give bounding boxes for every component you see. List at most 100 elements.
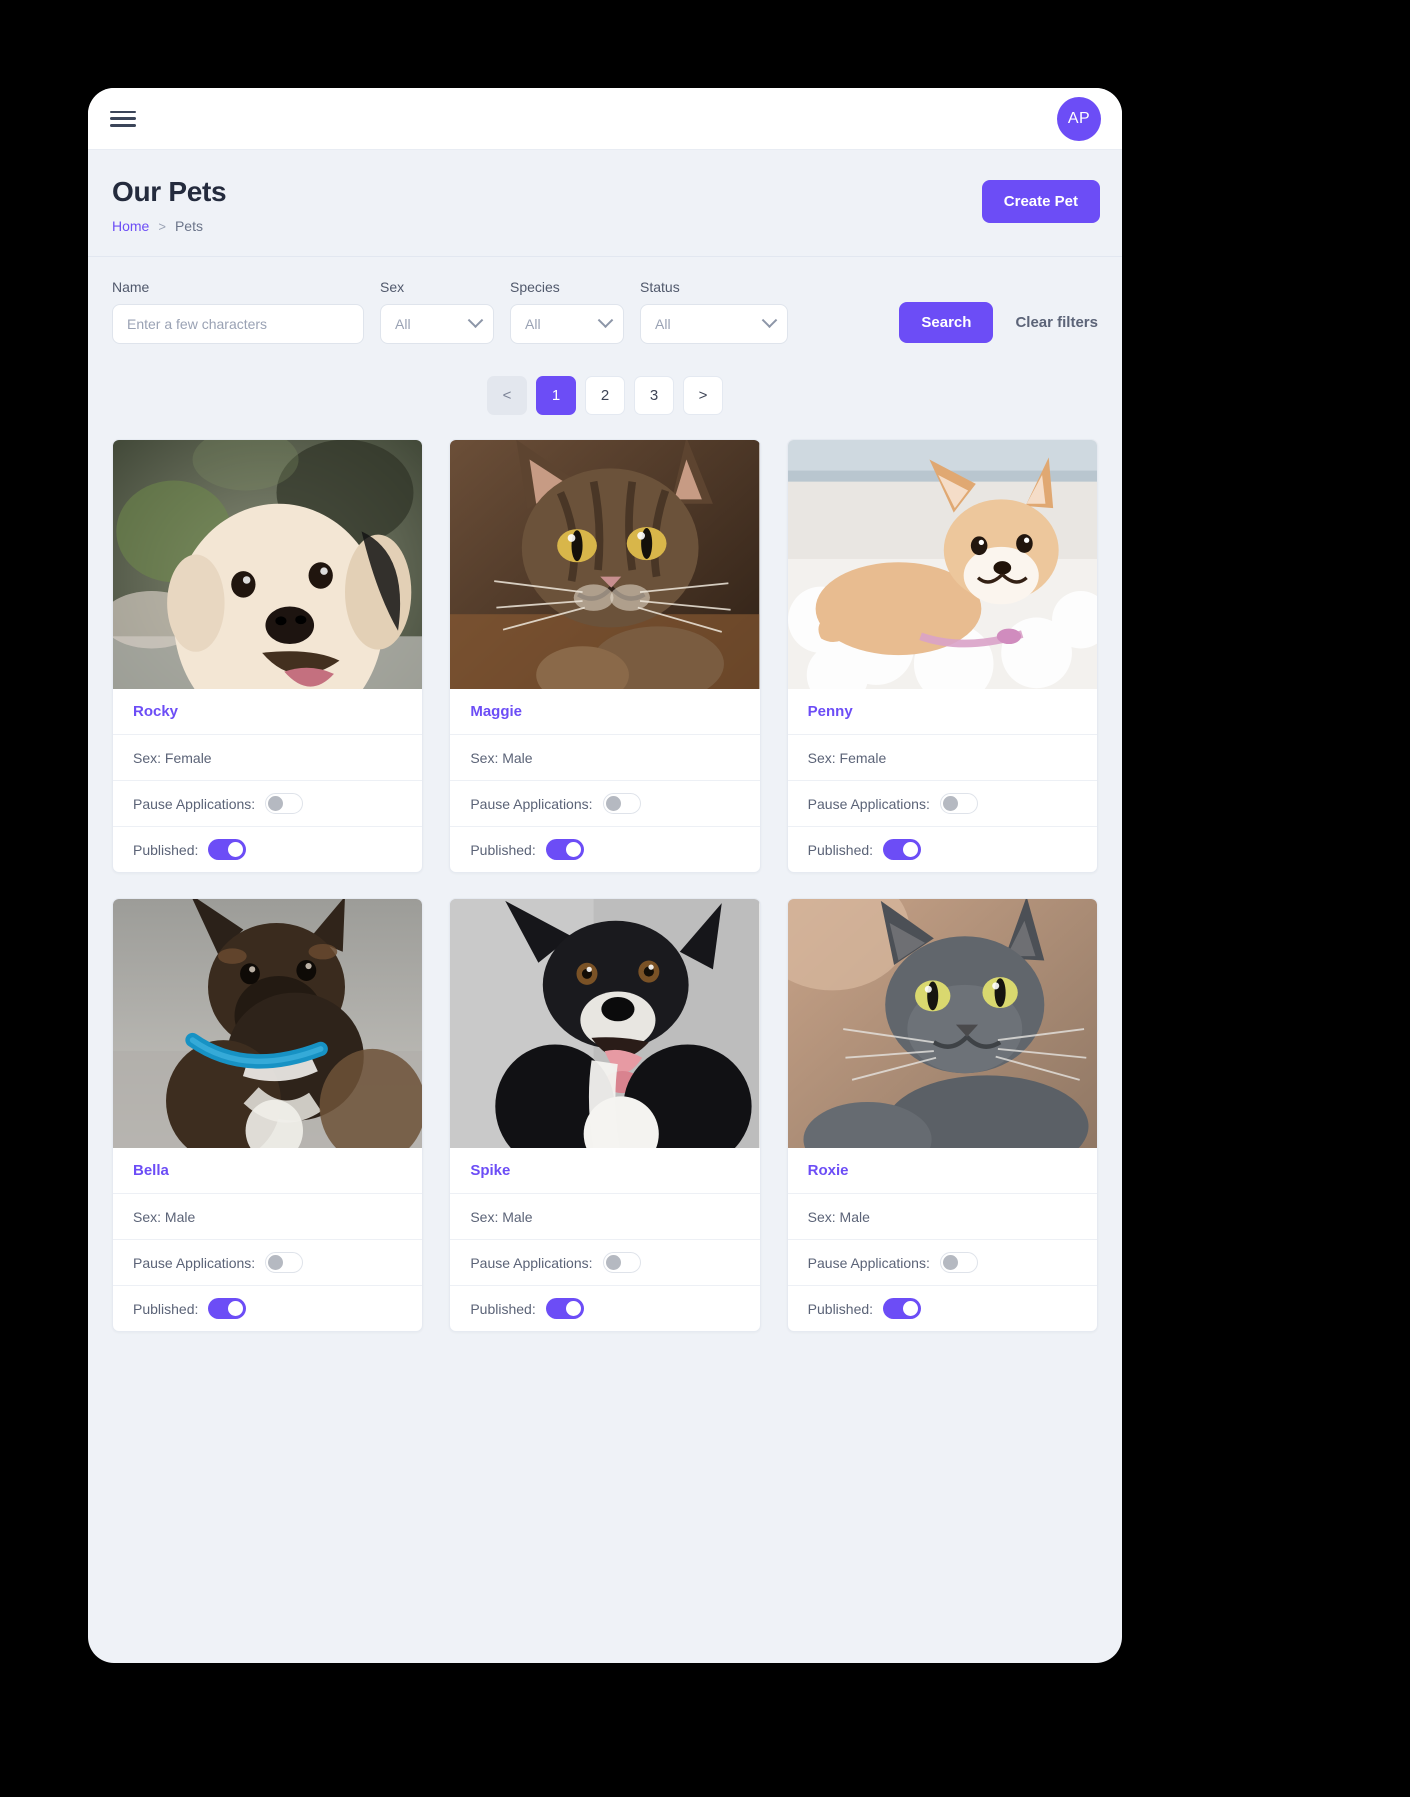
pet-name-link[interactable]: Rocky xyxy=(133,703,178,720)
published-toggle[interactable] xyxy=(545,839,584,860)
pet-card[interactable]: Rocky Sex: Female Pause Applications: Pu… xyxy=(112,439,424,873)
pet-published-row: Published: xyxy=(787,826,1097,872)
pet-card[interactable]: Maggie Sex: Male Pause Applications: Pub… xyxy=(449,439,761,873)
pet-photo-spike xyxy=(450,899,760,1148)
chevron-down-icon xyxy=(467,311,484,328)
pet-sex-row: Sex: Female xyxy=(787,734,1097,780)
pet-name-link[interactable]: Penny xyxy=(808,703,853,720)
pet-card[interactable]: Spike Sex: Male Pause Applications: Publ… xyxy=(449,898,761,1332)
pause-applications-toggle[interactable] xyxy=(265,1252,304,1273)
published-label: Published: xyxy=(133,1300,199,1317)
pet-sex-row: Sex: Male xyxy=(113,1193,423,1239)
pagination: < 1 2 3 > xyxy=(88,350,1122,439)
pet-sex-row: Sex: Male xyxy=(450,1193,760,1239)
pause-applications-label: Pause Applications: xyxy=(807,1254,930,1271)
top-bar: AP xyxy=(88,88,1122,150)
name-filter: Name xyxy=(112,279,364,344)
chevron-down-icon xyxy=(597,311,614,328)
page-title: Our Pets xyxy=(112,176,227,207)
published-label: Published: xyxy=(470,841,536,858)
pet-published-row: Published: xyxy=(113,1285,423,1331)
pet-published-row: Published: xyxy=(113,826,423,872)
pet-pause-applications-row: Pause Applications: xyxy=(787,780,1097,826)
pause-applications-toggle[interactable] xyxy=(939,793,978,814)
pet-sex-value: Sex: Male xyxy=(470,749,533,766)
sex-filter: Sex All xyxy=(380,279,494,344)
pet-sex-value: Sex: Male xyxy=(470,1208,533,1225)
pet-name-row: Roxie xyxy=(788,1148,1097,1193)
pet-name-link[interactable]: Maggie xyxy=(470,703,522,720)
pet-card-grid: Rocky Sex: Female Pause Applications: Pu… xyxy=(88,439,1122,1356)
pause-applications-label: Pause Applications: xyxy=(133,1254,256,1271)
pause-applications-toggle[interactable] xyxy=(939,1252,978,1273)
breadcrumb-separator-icon: > xyxy=(158,218,166,234)
pet-name-row: Rocky xyxy=(113,689,422,734)
status-filter-value: All xyxy=(655,316,671,332)
search-button[interactable]: Search xyxy=(899,302,994,343)
species-filter: Species All xyxy=(510,279,624,344)
filter-bar: Name Sex All Species All Status xyxy=(88,257,1122,350)
pet-photo-rocky xyxy=(113,440,423,689)
pet-published-row: Published: xyxy=(450,826,760,872)
sex-filter-label: Sex xyxy=(380,279,405,295)
name-filter-label: Name xyxy=(112,279,150,295)
pause-applications-toggle[interactable] xyxy=(602,1252,641,1273)
published-toggle[interactable] xyxy=(545,1298,584,1319)
breadcrumb-home-link[interactable]: Home xyxy=(112,218,149,234)
pet-pause-applications-row: Pause Applications: xyxy=(787,1239,1097,1285)
pet-card[interactable]: Bella Sex: Male Pause Applications: Publ… xyxy=(112,898,424,1332)
filter-actions: Search Clear filters xyxy=(899,302,1098,344)
pet-sex-value: Sex: Male xyxy=(807,1208,870,1225)
hamburger-menu-icon[interactable] xyxy=(110,109,136,129)
pet-pause-applications-row: Pause Applications: xyxy=(113,1239,423,1285)
pet-published-row: Published: xyxy=(787,1285,1097,1331)
pet-name-row: Bella xyxy=(113,1148,422,1193)
pagination-page-2[interactable]: 2 xyxy=(585,376,625,415)
create-pet-button[interactable]: Create Pet xyxy=(981,180,1100,223)
pet-name-row: Penny xyxy=(788,689,1097,734)
species-filter-value: All xyxy=(525,316,541,332)
pet-published-row: Published: xyxy=(450,1285,760,1331)
species-filter-select[interactable]: All xyxy=(510,304,624,344)
pagination-page-3[interactable]: 3 xyxy=(634,376,674,415)
status-filter-select[interactable]: All xyxy=(640,304,788,344)
pet-sex-value: Sex: Female xyxy=(807,749,887,766)
pet-sex-row: Sex: Male xyxy=(787,1193,1097,1239)
pet-sex-row: Sex: Female xyxy=(113,734,423,780)
pet-name-row: Maggie xyxy=(450,689,759,734)
pet-photo-maggie xyxy=(450,440,760,689)
pet-name-link[interactable]: Roxie xyxy=(808,1162,849,1179)
pause-applications-label: Pause Applications: xyxy=(807,795,930,812)
published-toggle[interactable] xyxy=(883,839,922,860)
published-toggle[interactable] xyxy=(208,839,247,860)
pagination-page-1[interactable]: 1 xyxy=(536,376,576,415)
pet-name-link[interactable]: Bella xyxy=(133,1162,169,1179)
published-label: Published: xyxy=(133,841,199,858)
sex-filter-select[interactable]: All xyxy=(380,304,494,344)
published-toggle[interactable] xyxy=(208,1298,247,1319)
clear-filters-button[interactable]: Clear filters xyxy=(1015,314,1098,331)
pet-name-row: Spike xyxy=(450,1148,759,1193)
breadcrumb: Home > Pets xyxy=(112,218,226,234)
pet-pause-applications-row: Pause Applications: xyxy=(113,780,423,826)
pet-sex-row: Sex: Male xyxy=(450,734,760,780)
search-name-input[interactable] xyxy=(112,304,364,344)
pet-name-link[interactable]: Spike xyxy=(470,1162,510,1179)
pet-photo-roxie xyxy=(787,899,1097,1148)
pagination-next-button[interactable]: > xyxy=(683,376,723,415)
pet-card[interactable]: Penny Sex: Female Pause Applications: Pu… xyxy=(786,439,1098,873)
pagination-prev-button[interactable]: < xyxy=(487,376,527,415)
status-filter: Status All xyxy=(640,279,788,344)
status-filter-label: Status xyxy=(640,279,680,295)
pause-applications-label: Pause Applications: xyxy=(470,1254,593,1271)
pet-pause-applications-row: Pause Applications: xyxy=(450,780,760,826)
page-header: Our Pets Home > Pets Create Pet xyxy=(88,150,1122,257)
pet-photo-bella xyxy=(113,899,423,1148)
pause-applications-toggle[interactable] xyxy=(265,793,304,814)
pet-card[interactable]: Roxie Sex: Male Pause Applications: Publ… xyxy=(786,898,1098,1332)
published-toggle[interactable] xyxy=(883,1298,922,1319)
published-label: Published: xyxy=(807,1300,874,1317)
pause-applications-toggle[interactable] xyxy=(602,793,641,814)
published-label: Published: xyxy=(807,841,874,858)
avatar[interactable]: AP xyxy=(1057,96,1101,141)
